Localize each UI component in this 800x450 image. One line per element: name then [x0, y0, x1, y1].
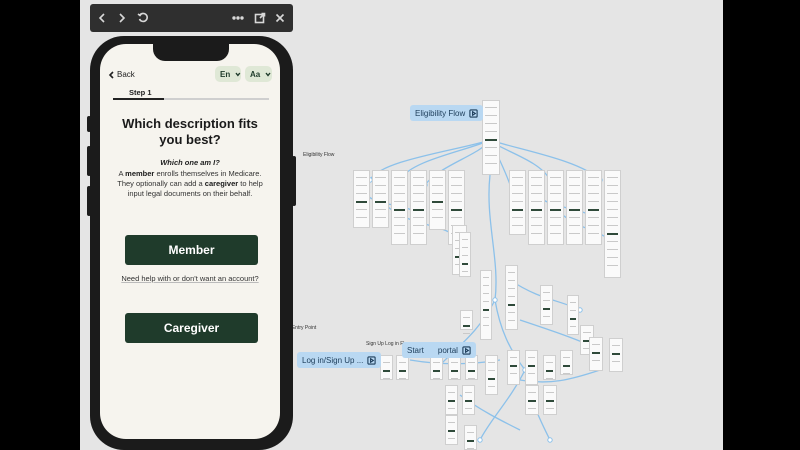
- screen-frame-thumbnail[interactable]: [528, 170, 545, 245]
- left-black-bar: [0, 0, 80, 450]
- phone-mockup: Back En Aa Step 1 Which description fits…: [87, 36, 296, 450]
- screen-frame-thumbnail[interactable]: [525, 350, 538, 385]
- screen-frame-thumbnail[interactable]: [566, 170, 583, 245]
- screen-frame-thumbnail[interactable]: [464, 425, 477, 450]
- desc-member-term: member: [125, 169, 155, 178]
- screen-frame-thumbnail[interactable]: [525, 385, 539, 415]
- connector-node: [547, 437, 553, 443]
- role-description: A member enrolls themselves in Medicare.…: [114, 169, 266, 199]
- phone-side-button: [87, 146, 91, 176]
- right-black-bar: [723, 0, 800, 450]
- screen-frame-thumbnail[interactable]: [543, 385, 557, 415]
- phone-side-button: [87, 186, 91, 216]
- screen-frame-thumbnail[interactable]: [547, 170, 564, 245]
- screen-frame-thumbnail[interactable]: [560, 350, 573, 375]
- text-size-value: Aa: [250, 69, 261, 79]
- refresh-button[interactable]: [133, 4, 153, 32]
- chevron-down-icon: [265, 72, 271, 77]
- login-signup-flow-badge[interactable]: Log in/Sign Up ...: [297, 352, 382, 368]
- screen-frame-thumbnail[interactable]: [445, 385, 458, 415]
- close-preview-button[interactable]: [270, 4, 290, 32]
- chevron-left-icon: [108, 70, 114, 79]
- portal-label: portal: [437, 345, 458, 355]
- language-value: En: [220, 69, 231, 79]
- screen-frame-thumbnail[interactable]: [430, 355, 443, 380]
- screen-frame-thumbnail[interactable]: [485, 355, 498, 395]
- flow-play-icon: [469, 108, 478, 118]
- screen-frame-thumbnail[interactable]: [429, 170, 446, 230]
- flow-play-icon: [462, 345, 471, 355]
- help-link[interactable]: Need help with or don't want an account?: [114, 274, 266, 284]
- screen-frame-thumbnail[interactable]: [540, 285, 553, 325]
- language-selector[interactable]: En: [215, 66, 241, 82]
- screen-frame-thumbnail[interactable]: [604, 170, 621, 278]
- login-signup-label: Log in/Sign Up ...: [302, 355, 364, 365]
- screen-frame-thumbnail[interactable]: [372, 170, 389, 228]
- screen-frame-thumbnail[interactable]: [585, 170, 602, 245]
- nav-back-button[interactable]: [92, 4, 112, 32]
- screen-frame-thumbnail[interactable]: [543, 355, 556, 380]
- start-label: Start: [407, 345, 424, 355]
- eligibility-flow-caption: Eligibility Flow: [303, 152, 335, 158]
- screen-frame-thumbnail[interactable]: [353, 170, 370, 228]
- chevron-left-icon: [98, 13, 105, 23]
- start-portal-badge[interactable]: Start portal: [402, 342, 476, 358]
- screen-frame-thumbnail[interactable]: [445, 415, 458, 445]
- screen-frame-thumbnail[interactable]: [589, 337, 603, 371]
- flow-play-icon: [367, 355, 377, 365]
- eligibility-flow-label: Eligibility Flow: [415, 108, 466, 118]
- caregiver-button[interactable]: Caregiver: [125, 313, 258, 343]
- screen-frame-thumbnail[interactable]: [507, 350, 520, 385]
- screen-frame-thumbnail[interactable]: [410, 170, 427, 245]
- phone-power-button: [292, 156, 296, 206]
- screen-frame-thumbnail[interactable]: [465, 355, 478, 380]
- screen-frame-thumbnail[interactable]: [567, 295, 579, 335]
- eligibility-flow-badge[interactable]: Eligibility Flow: [410, 105, 484, 121]
- screen-frame-thumbnail[interactable]: [448, 355, 461, 380]
- progress-bar: [113, 98, 269, 100]
- chevron-down-icon: [235, 72, 241, 77]
- text-size-selector[interactable]: Aa: [245, 66, 272, 82]
- screen-frame-thumbnail[interactable]: [509, 170, 526, 235]
- back-label: Back: [117, 70, 135, 79]
- screen-frame-thumbnail[interactable]: [396, 355, 409, 380]
- refresh-icon: [137, 12, 148, 23]
- open-in-new-button[interactable]: [250, 4, 270, 32]
- step-label: Step 1: [129, 88, 152, 97]
- preview-toolbar: [90, 4, 293, 32]
- screen-frame-thumbnail[interactable]: [459, 232, 471, 277]
- screen-frame-thumbnail[interactable]: [505, 265, 518, 330]
- more-horizontal-icon: [232, 16, 244, 20]
- screen-frame-thumbnail[interactable]: [380, 355, 393, 380]
- screen-stage: Eligibility Flow er Entry Point Sign Up …: [0, 0, 800, 450]
- progress-fill: [113, 98, 165, 100]
- screen-frame-thumbnail[interactable]: [462, 385, 475, 415]
- screen-frame-thumbnail[interactable]: [460, 310, 473, 334]
- phone-notch: [153, 44, 229, 61]
- question-label: Which one am I?: [160, 158, 220, 167]
- screen-frame-thumbnail[interactable]: [609, 338, 623, 372]
- connector-node: [492, 297, 498, 303]
- sign-up-caption: Sign Up Log in Flo: [366, 341, 408, 347]
- open-external-icon: [254, 12, 266, 24]
- back-button[interactable]: Back: [108, 70, 135, 79]
- more-options-button[interactable]: [228, 4, 248, 32]
- screen-frame-thumbnail[interactable]: [480, 270, 492, 340]
- connector-node: [477, 437, 483, 443]
- screen-frame-thumbnail[interactable]: [482, 100, 500, 175]
- page-title: Which description fits you best?: [122, 116, 258, 147]
- phone-screen: Back En Aa Step 1 Which description fits…: [100, 44, 280, 439]
- phone-side-button: [87, 116, 91, 132]
- member-button[interactable]: Member: [125, 235, 258, 265]
- screen-frame-thumbnail[interactable]: [391, 170, 408, 245]
- close-icon: [275, 13, 285, 23]
- chevron-right-icon: [119, 13, 126, 23]
- nav-forward-button[interactable]: [112, 4, 132, 32]
- desc-caregiver-term: caregiver: [204, 179, 239, 188]
